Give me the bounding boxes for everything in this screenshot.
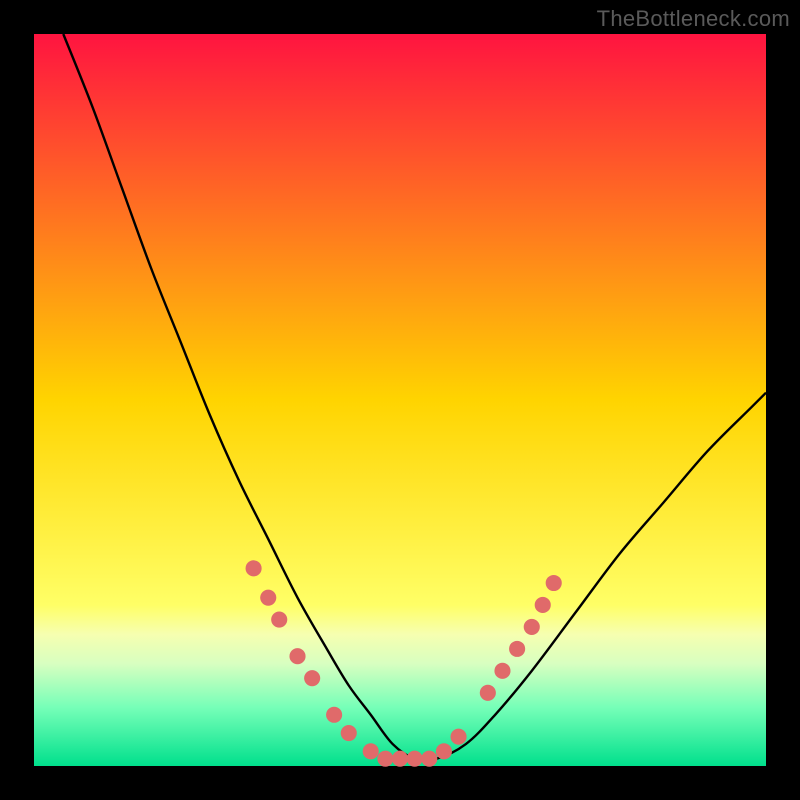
- marker-point: [535, 597, 551, 613]
- marker-point: [421, 751, 437, 767]
- marker-point: [407, 751, 423, 767]
- marker-point: [546, 575, 562, 591]
- marker-point: [494, 663, 510, 679]
- watermark-text: TheBottleneck.com: [597, 6, 790, 32]
- marker-point: [451, 729, 467, 745]
- chart-svg: [0, 0, 800, 800]
- marker-point: [246, 560, 262, 576]
- marker-point: [392, 751, 408, 767]
- marker-point: [480, 685, 496, 701]
- marker-point: [524, 619, 540, 635]
- marker-point: [436, 743, 452, 759]
- marker-point: [326, 707, 342, 723]
- chart-plot-bg: [34, 34, 766, 766]
- marker-point: [509, 641, 525, 657]
- bottleneck-chart: TheBottleneck.com: [0, 0, 800, 800]
- marker-point: [260, 590, 276, 606]
- marker-point: [304, 670, 320, 686]
- marker-point: [271, 612, 287, 628]
- marker-point: [341, 725, 357, 741]
- marker-point: [363, 743, 379, 759]
- marker-point: [289, 648, 305, 664]
- marker-point: [377, 751, 393, 767]
